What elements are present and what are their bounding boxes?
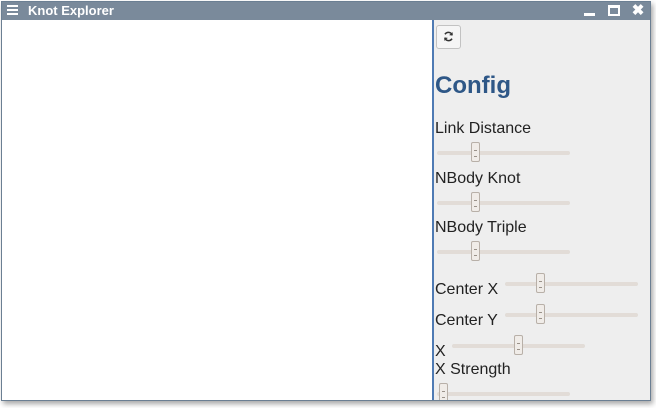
knot-explorer-window: Knot Explorer ✖ Config Link Distance NBo… — [1, 1, 651, 401]
refresh-icon — [444, 31, 453, 42]
nbody-triple-label: NBody Triple — [435, 219, 527, 236]
config-panel: Config Link Distance NBody Knot NBody Tr… — [432, 20, 650, 400]
title-bar[interactable]: Knot Explorer ✖ — [2, 2, 650, 20]
slider-thumb[interactable] — [470, 192, 480, 212]
link-distance-slider[interactable] — [437, 142, 570, 162]
knot-canvas[interactable] — [2, 20, 432, 400]
config-heading: Config — [435, 72, 511, 99]
x-label: X — [435, 343, 446, 360]
x-slider[interactable] — [452, 335, 585, 355]
hamburger-icon[interactable] — [7, 5, 19, 17]
maximize-icon[interactable] — [607, 4, 621, 18]
slider-thumb[interactable] — [513, 335, 523, 355]
link-distance-label: Link Distance — [435, 120, 532, 137]
center-x-slider[interactable] — [505, 273, 638, 293]
refresh-button[interactable] — [436, 25, 461, 49]
minimize-icon[interactable] — [583, 4, 597, 18]
close-icon[interactable]: ✖ — [631, 3, 645, 18]
center-y-slider[interactable] — [505, 304, 638, 324]
slider-thumb[interactable] — [535, 304, 545, 324]
center-x-label: Center X — [435, 281, 499, 298]
slider-thumb[interactable] — [438, 383, 448, 400]
slider-thumb[interactable] — [470, 142, 480, 162]
nbody-triple-slider[interactable] — [437, 241, 570, 261]
x-strength-slider[interactable] — [437, 383, 570, 400]
slider-thumb[interactable] — [535, 273, 545, 293]
window-title: Knot Explorer — [28, 3, 114, 18]
slider-thumb[interactable] — [470, 241, 480, 261]
x-strength-label: X Strength — [435, 361, 511, 378]
nbody-knot-slider[interactable] — [437, 192, 570, 212]
center-y-label: Center Y — [435, 312, 498, 329]
nbody-knot-label: NBody Knot — [435, 170, 521, 187]
